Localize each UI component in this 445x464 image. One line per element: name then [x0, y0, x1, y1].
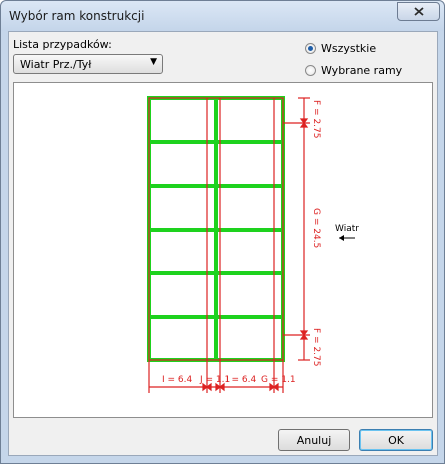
cancel-button[interactable]: Anuluj	[278, 429, 350, 451]
cases-label: Lista przypadków:	[13, 38, 112, 51]
dialog-window: Wybór ram konstrukcji Lista przypadków: …	[0, 0, 445, 464]
close-icon	[413, 7, 424, 16]
title-bar: Wybór ram konstrukcji	[1, 1, 444, 31]
vertical-dimension	[298, 97, 310, 361]
chevron-down-icon: ▼	[150, 57, 157, 67]
radio-selected-frames-label: Wybrane ramy	[321, 64, 403, 77]
dim-label-top: F = 2.75	[311, 100, 321, 138]
window-title: Wybór ram konstrukcji	[9, 9, 145, 23]
dim-label-x4: G = 1.1	[261, 375, 296, 385]
radio-all-indicator	[305, 43, 316, 54]
dim-label-bottom: F = 2.75	[311, 328, 321, 366]
dim-label-middle: G = 24.5	[311, 208, 321, 248]
radio-selected-frames-indicator	[305, 65, 316, 76]
cases-dropdown[interactable]: Wiatr Prz./Tył ▼	[13, 54, 163, 74]
radio-selected-frames[interactable]: Wybrane ramy	[305, 64, 402, 77]
frame-drawing: F = 2.75 G = 24.5 F = 2.75 I = 6.4 J = 1…	[147, 96, 359, 393]
wind-arrow-icon	[339, 235, 355, 241]
cases-dropdown-value: Wiatr Prz./Tył	[20, 58, 92, 71]
close-button[interactable]	[397, 2, 440, 21]
wind-label: Wiatr	[335, 224, 359, 234]
radio-all[interactable]: Wszystkie	[305, 42, 376, 55]
dialog-client-area: Lista przypadków: Wiatr Prz./Tył ▼ Wszys…	[8, 31, 438, 456]
dim-label-x3: I = 6.4	[226, 375, 257, 385]
ok-button[interactable]: OK	[359, 429, 433, 451]
radio-all-label: Wszystkie	[321, 42, 377, 55]
frame-drawing-canvas[interactable]: F = 2.75 G = 24.5 F = 2.75 I = 6.4 J = 1…	[13, 82, 433, 418]
dim-label-x1: I = 6.4	[162, 375, 193, 385]
